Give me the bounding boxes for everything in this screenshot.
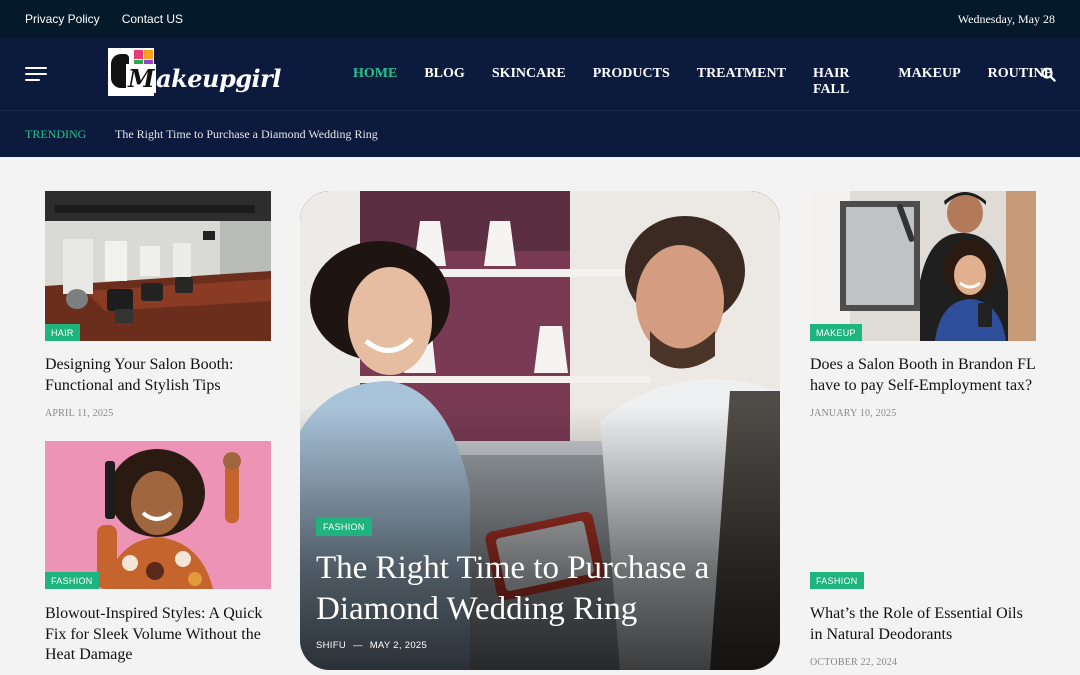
article-thumbnail[interactable]: HAIR — [45, 191, 271, 341]
nav-blog[interactable]: BLOG — [424, 66, 464, 98]
featured-article[interactable]: FASHION The Right Time to Purchase a Dia… — [300, 191, 780, 670]
nav-products[interactable]: PRODUCTS — [593, 66, 670, 98]
nav-hair-fall[interactable]: HAIR FALL — [813, 66, 871, 98]
logo-text: Makeupgirl — [126, 64, 281, 93]
article-title[interactable]: Does a Salon Booth in Brandon FL have to… — [810, 355, 1036, 396]
category-tag-fashion[interactable]: FASHION — [316, 517, 372, 536]
nav-home[interactable]: HOME — [353, 66, 397, 98]
main-header: Makeupgirl HOME BLOG SKINCARE PRODUCTS T… — [0, 38, 1080, 110]
article-title[interactable]: What’s the Role of Essential Oils in Nat… — [810, 604, 1036, 645]
nav-skincare[interactable]: SKINCARE — [492, 66, 566, 98]
category-tag-makeup[interactable]: MAKEUP — [810, 324, 862, 341]
article-card-salon-booth-tax: MAKEUP Does a Salon Booth in Brandon FL … — [810, 191, 1036, 419]
featured-author[interactable]: SHIFU — [316, 640, 346, 651]
featured-date: MAY 2, 2025 — [369, 640, 428, 651]
hamburger-menu-icon[interactable] — [25, 67, 47, 82]
article-thumbnail[interactable]: FASHION — [810, 441, 1036, 589]
top-bar: Privacy Policy Contact US Wednesday, May… — [0, 0, 1080, 38]
article-card-blowout-styles: FASHION Blowout-Inspired Styles: A Quick… — [45, 441, 271, 666]
article-card-salon-booth-design: HAIR Designing Your Salon Booth: Functio… — [45, 191, 271, 419]
featured-meta: SHIFU — MAY 2, 2025 — [316, 640, 427, 651]
trending-headline[interactable]: The Right Time to Purchase a Diamond Wed… — [115, 127, 378, 142]
article-date: APRIL 11, 2025 — [45, 408, 114, 419]
article-title[interactable]: Designing Your Salon Booth: Functional a… — [45, 355, 271, 396]
featured-title[interactable]: The Right Time to Purchase a Diamond Wed… — [316, 548, 756, 630]
article-card-essential-oils: FASHION What’s the Role of Essential Oil… — [810, 441, 1036, 668]
article-date: OCTOBER 22, 2024 — [810, 657, 898, 668]
main-nav: HOME BLOG SKINCARE PRODUCTS TREATMENT HA… — [353, 66, 1080, 98]
category-tag-hair[interactable]: HAIR — [45, 324, 80, 341]
salon-interior-image — [45, 191, 271, 341]
article-date: JANUARY 10, 2025 — [810, 408, 897, 419]
category-tag-fashion[interactable]: FASHION — [45, 572, 99, 589]
search-icon[interactable] — [1041, 67, 1056, 82]
trending-label: TRENDING — [25, 127, 87, 141]
nav-treatment[interactable]: TREATMENT — [697, 66, 786, 98]
current-date: Wednesday, May 28 — [957, 12, 1055, 26]
hair-salon-image — [810, 191, 1036, 341]
privacy-policy-link[interactable]: Privacy Policy — [25, 12, 100, 26]
meta-separator: — — [352, 640, 363, 651]
article-thumbnail[interactable]: FASHION — [45, 441, 271, 589]
top-links: Privacy Policy Contact US — [25, 12, 183, 26]
category-tag-fashion[interactable]: FASHION — [810, 572, 864, 589]
article-title[interactable]: Blowout-Inspired Styles: A Quick Fix for… — [45, 604, 271, 666]
trending-bar: TRENDING The Right Time to Purchase a Di… — [0, 110, 1080, 157]
contact-us-link[interactable]: Contact US — [122, 12, 183, 26]
woman-with-comb-image — [45, 441, 271, 589]
nav-makeup[interactable]: MAKEUP — [898, 66, 960, 98]
article-thumbnail[interactable]: MAKEUP — [810, 191, 1036, 341]
site-logo[interactable]: Makeupgirl — [108, 48, 283, 100]
